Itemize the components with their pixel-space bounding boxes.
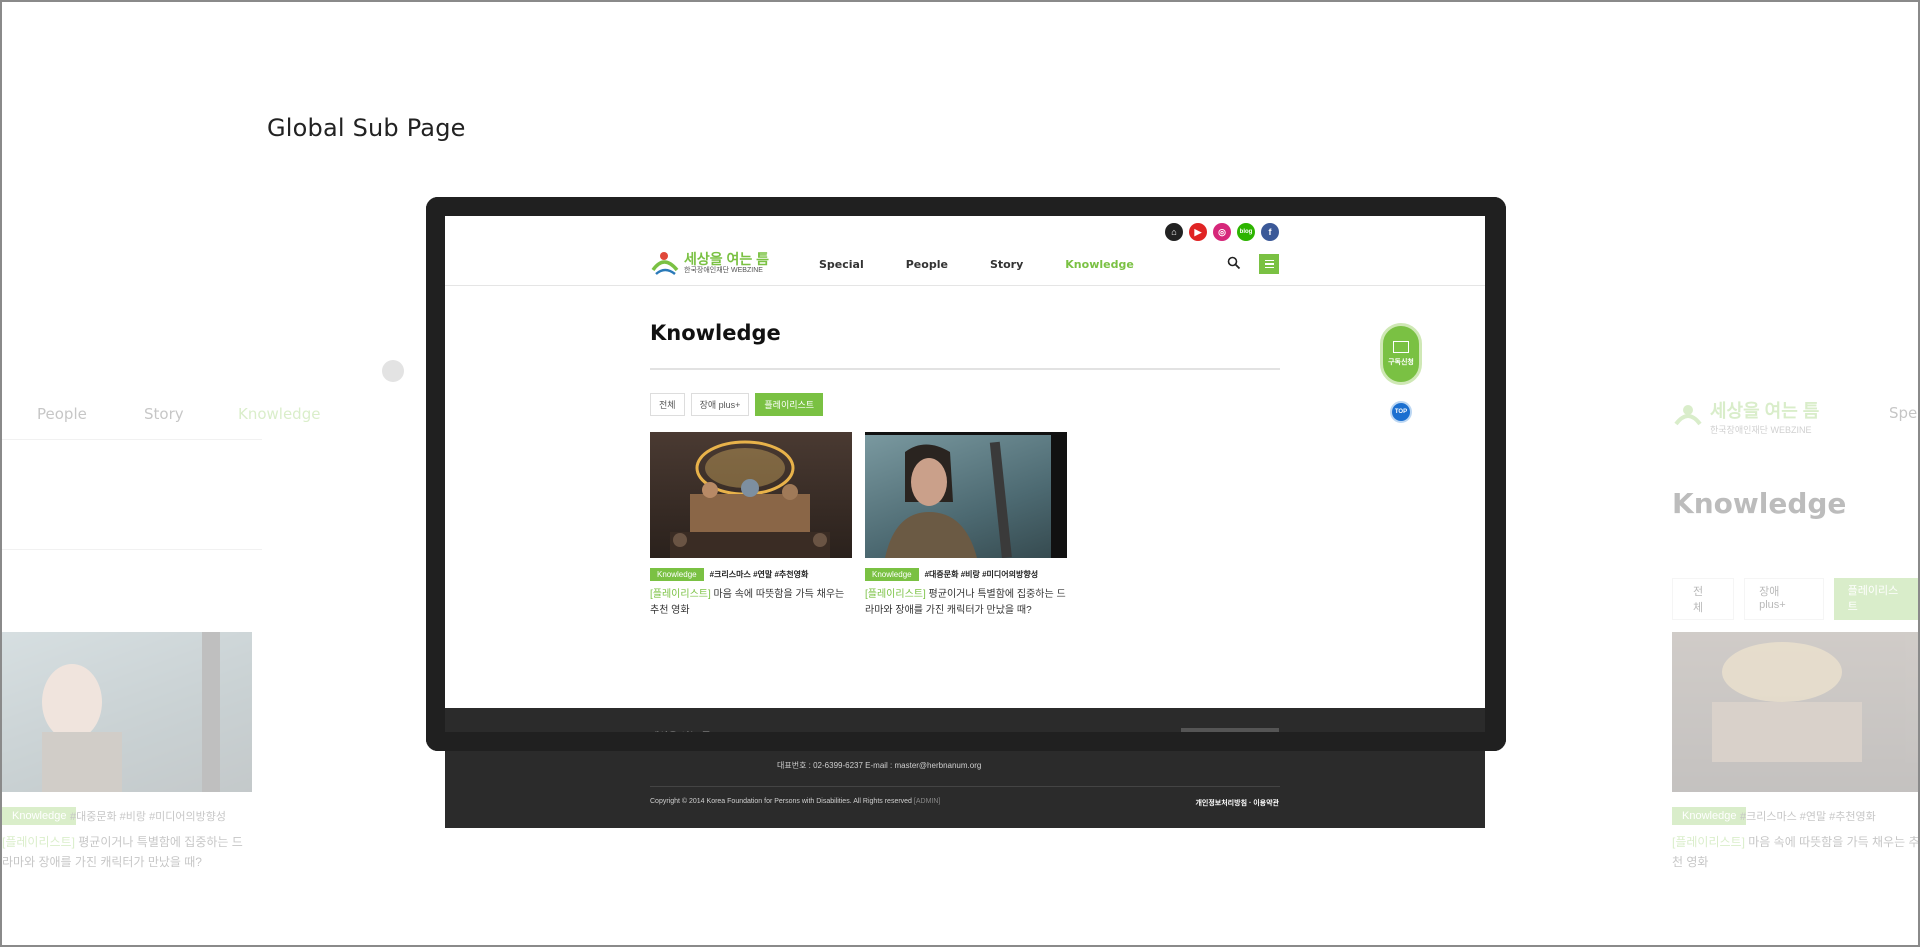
logo-icon bbox=[1674, 404, 1702, 425]
card-title[interactable]: [플레이리스트] 마음 속에 따뜻함을 가득 채우는 추천 영화 bbox=[650, 587, 852, 619]
tab-disability-plus[interactable]: 장애 plus+ bbox=[690, 393, 750, 416]
drama-still-image bbox=[865, 432, 1067, 558]
hashtags: #대중문화 #비랑 #미디어의방향성 bbox=[70, 811, 227, 823]
category-tag: Knowledge bbox=[1672, 807, 1747, 825]
logo-subtitle: 한국장애인재단 WEBZINE bbox=[684, 266, 763, 274]
hashtags: #크리스마스 #연말 #추천영화 bbox=[709, 570, 809, 579]
card-thumbnail bbox=[1672, 632, 1918, 792]
card-meta: Knowledge #크리스마스 #연말 #추천영화 bbox=[650, 568, 852, 581]
blog-icon[interactable]: blog bbox=[1237, 223, 1255, 241]
carousel-image bbox=[1712, 642, 1862, 762]
monitor-bezel-right bbox=[1485, 197, 1506, 751]
footer-policy-links[interactable]: 개인정보처리방침 · 이용약관 bbox=[1195, 798, 1279, 808]
facebook-icon[interactable]: f bbox=[1261, 223, 1279, 241]
footer-contact: 대표번호 : 02-6399-6237 E-mail : master@herb… bbox=[777, 761, 982, 770]
divider bbox=[2, 439, 262, 440]
main-nav: Special People Story Knowledge bbox=[819, 258, 1176, 271]
card-title: [플레이리스트] 마음 속에 따뜻함을 가득 채우는 추천 영화 bbox=[1672, 835, 1920, 869]
card-title: [플레이리스트] 평균이거나 특별함에 집중하는 드라마와 장애를 가진 캐릭터… bbox=[2, 835, 243, 869]
subscribe-button[interactable]: 구독신청 bbox=[1380, 323, 1422, 385]
section-title: Knowledge bbox=[650, 321, 781, 345]
hashtags: #대중문화 #비랑 #미디어의방향성 bbox=[924, 570, 1039, 579]
card-meta: Knowledge #대중문화 #비랑 #미디어의방향성 bbox=[865, 568, 1067, 581]
background-preview-right: 세상을 여는 틈 한국장애인재단 WEBZINE Spec Knowledge … bbox=[1667, 382, 1920, 882]
category-tag: Knowledge bbox=[650, 568, 704, 581]
home-icon[interactable]: ⌂ bbox=[1165, 223, 1183, 241]
envelope-icon bbox=[1393, 341, 1409, 353]
category-tag: Knowledge bbox=[865, 568, 919, 581]
instagram-icon[interactable]: ◎ bbox=[1213, 223, 1231, 241]
portrait-image bbox=[42, 632, 220, 792]
ghost-nav-people: People bbox=[37, 405, 87, 423]
site-footer: 세상을 여는 틈 대표번호 : 02-6399-6237 E-mail : ma… bbox=[445, 708, 1485, 828]
tab-all[interactable]: 전체 bbox=[650, 393, 685, 416]
tab-playlist[interactable]: 플레이리스트 bbox=[755, 393, 824, 416]
card-thumbnail[interactable] bbox=[650, 432, 852, 558]
footer-divider bbox=[650, 786, 1280, 787]
search-icon[interactable] bbox=[1227, 256, 1241, 270]
scroll-top-button[interactable]: TOP bbox=[1390, 401, 1412, 423]
article-card[interactable]: Knowledge #크리스마스 #연말 #추천영화 [플레이리스트] 마음 속… bbox=[650, 432, 852, 619]
article-card[interactable]: Knowledge #대중문화 #비랑 #미디어의방향성 [플레이리스트] 평균… bbox=[865, 432, 1067, 619]
logo-icon bbox=[651, 252, 679, 276]
divider bbox=[2, 549, 262, 550]
nav-story[interactable]: Story bbox=[990, 258, 1023, 271]
ghost-logo: 세상을 여는 틈 한국장애인재단 WEBZINE bbox=[1672, 397, 1819, 436]
monitor-bezel-bottom bbox=[426, 732, 1506, 751]
background-preview-left: People Story Knowledge Knowledge #대중문화 #… bbox=[2, 347, 404, 887]
ghost-tabs: 전체 장애 plus+ 플레이리스트 bbox=[1672, 578, 1918, 620]
category-tag: Knowledge bbox=[2, 807, 77, 825]
youtube-icon[interactable]: ▶ bbox=[1189, 223, 1207, 241]
page-heading: Global Sub Page bbox=[267, 114, 466, 142]
monitor-bezel-left bbox=[426, 197, 445, 751]
site-logo[interactable]: 세상을 여는 틈 한국장애인재단 WEBZINE bbox=[650, 250, 769, 276]
presentation-canvas: Global Sub Page People Story Knowledge K… bbox=[0, 0, 1920, 947]
social-links: ⌂ ▶ ◎ blog f bbox=[1165, 223, 1279, 241]
home-icon bbox=[382, 360, 404, 382]
logo-name: 세상을 여는 틈 bbox=[684, 250, 770, 267]
ghost-title: Knowledge bbox=[1672, 487, 1847, 520]
menu-button[interactable] bbox=[1259, 254, 1279, 274]
ghost-nav-knowledge: Knowledge bbox=[238, 405, 321, 423]
nav-special[interactable]: Special bbox=[819, 258, 864, 271]
category-tabs: 전체 장애 plus+ 플레이리스트 bbox=[650, 393, 824, 416]
nav-knowledge[interactable]: Knowledge bbox=[1065, 258, 1134, 271]
admin-link[interactable]: [ADMIN] bbox=[914, 798, 940, 805]
ghost-nav-special: Spec bbox=[1889, 404, 1918, 422]
hashtags: #크리스마스 #연말 #추천영화 bbox=[1740, 811, 1876, 823]
title-divider bbox=[650, 368, 1280, 370]
ghost-nav-story: Story bbox=[144, 405, 184, 423]
site-header: ⌂ ▶ ◎ blog f 세상을 여는 틈 한국장애인재단 WEBZINE Sp… bbox=[445, 216, 1485, 286]
subscribe-label: 구독신청 bbox=[1388, 359, 1414, 366]
animated-movie-image bbox=[670, 440, 830, 558]
monitor-bezel-top bbox=[426, 197, 1506, 216]
footer-copyright: Copyright © 2014 Korea Foundation for Pe… bbox=[650, 798, 941, 805]
card-title[interactable]: [플레이리스트] 평균이거나 특별함에 집중하는 드라마와 장애를 가진 캐릭터… bbox=[865, 587, 1067, 619]
card-thumbnail[interactable] bbox=[865, 432, 1067, 558]
nav-people[interactable]: People bbox=[906, 258, 948, 271]
card-thumbnail bbox=[2, 632, 252, 792]
hamburger-icon bbox=[1264, 259, 1274, 262]
